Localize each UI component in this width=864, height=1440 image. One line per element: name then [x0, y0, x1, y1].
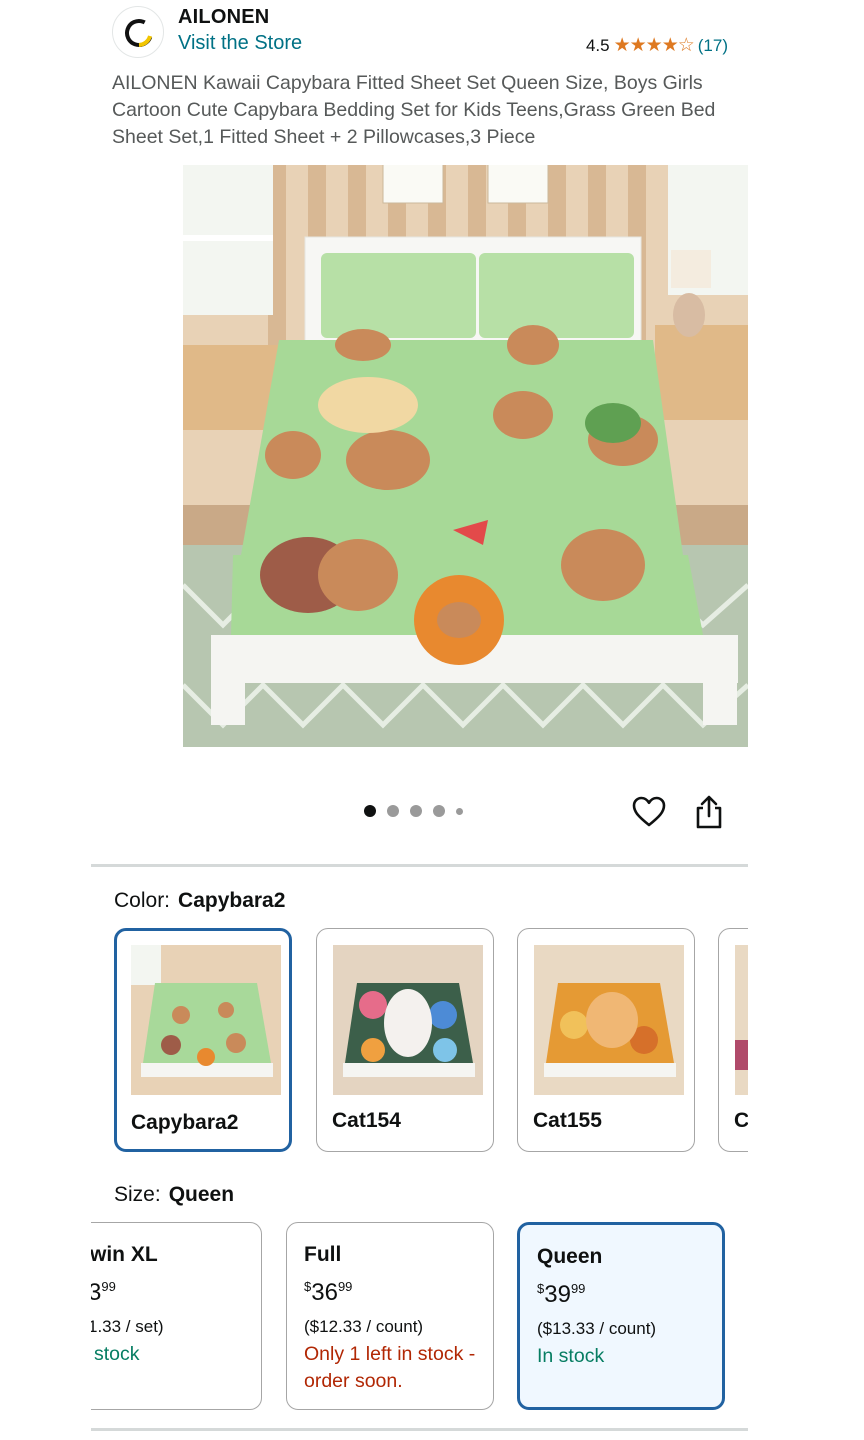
image-carousel-dots[interactable] — [364, 805, 463, 817]
color-option-label: Capybara2 — [131, 1111, 239, 1134]
size-option-stock: Only 1 left in stock - order soon. — [304, 1343, 476, 1392]
rating-value: 4.5 — [585, 35, 610, 55]
size-option-name: Full — [304, 1243, 342, 1266]
carousel-dot[interactable] — [410, 805, 422, 817]
size-option-name: Queen — [537, 1245, 603, 1268]
color-row-label: Color: Capybara2 — [114, 889, 285, 913]
price-cents: 99 — [570, 1281, 586, 1296]
section-divider — [91, 1428, 748, 1431]
rating-stars-icon: ★★★★☆ — [613, 35, 695, 56]
size-option-unit-price: 1.33 / set) — [91, 1317, 164, 1336]
size-option-partial[interactable]: win XL 399 1.33 / set) stock — [91, 1222, 263, 1410]
section-divider — [91, 864, 748, 867]
share-icon[interactable] — [691, 794, 727, 830]
carousel-dot[interactable] — [456, 807, 463, 815]
rating-summary[interactable]: 4.5 ★★★★☆ (17) — [586, 34, 728, 57]
price-whole: 39 — [544, 1281, 571, 1308]
size-option-full[interactable]: Full $3699 ($12.33 / count) Only 1 left … — [286, 1222, 494, 1410]
color-option-label: Cat155 — [533, 1109, 602, 1132]
size-option-unit-price: ($12.33 / count) — [304, 1317, 424, 1336]
color-option-next[interactable]: C — [718, 928, 748, 1152]
product-main-image[interactable] — [183, 165, 748, 747]
product-title: AILONEN Kawaii Capybara Fitted Sheet Set… — [112, 72, 716, 148]
size-option-unit-price: ($13.33 / count) — [537, 1319, 657, 1338]
size-option-stock: stock — [94, 1343, 140, 1365]
carousel-dot[interactable] — [433, 805, 445, 817]
size-option-twin-xl[interactable]: win XL 399 1.33 / set) stock — [91, 1222, 262, 1410]
color-thumbnail — [333, 945, 483, 1095]
brand-logo[interactable] — [112, 6, 164, 58]
visit-store-link[interactable]: Visit the Store — [178, 32, 302, 55]
size-option-price: 399 — [91, 1279, 116, 1307]
price-whole: 3 — [91, 1279, 101, 1306]
color-option-partial[interactable]: C — [718, 928, 748, 1152]
color-option-label: Cat154 — [332, 1109, 401, 1132]
size-option-name: win XL — [91, 1243, 158, 1266]
color-option-cat154[interactable]: Cat154 — [316, 928, 494, 1152]
size-option-queen[interactable]: Queen $3999 ($13.33 / count) In stock — [517, 1222, 725, 1410]
price-cents: 99 — [101, 1279, 116, 1294]
heart-icon[interactable] — [631, 794, 667, 830]
color-thumbnail — [735, 945, 748, 1095]
carousel-dot[interactable] — [387, 805, 399, 817]
color-option-label: C — [734, 1109, 748, 1132]
size-row-label: Size: Queen — [114, 1183, 234, 1207]
brand-logo-icon — [125, 19, 153, 47]
carousel-dot-active[interactable] — [364, 805, 376, 817]
color-thumbnail — [131, 945, 281, 1095]
size-option-stock: In stock — [537, 1345, 605, 1367]
brand-name: AILONEN — [178, 6, 270, 28]
color-option-capybara2[interactable]: Capybara2 — [114, 928, 292, 1152]
color-selected-value: Capybara2 — [178, 889, 286, 912]
size-option-price: $3699 — [304, 1279, 352, 1307]
size-label: Size: — [114, 1183, 161, 1206]
rating-count[interactable]: (17) — [698, 36, 728, 56]
size-selected-value: Queen — [168, 1183, 235, 1206]
price-cents: 99 — [337, 1279, 353, 1294]
color-option-cat155[interactable]: Cat155 — [517, 928, 695, 1152]
color-thumbnail — [534, 945, 684, 1095]
price-whole: 36 — [311, 1279, 338, 1306]
size-option-price: $3999 — [537, 1281, 585, 1309]
color-label: Color: — [114, 889, 171, 912]
